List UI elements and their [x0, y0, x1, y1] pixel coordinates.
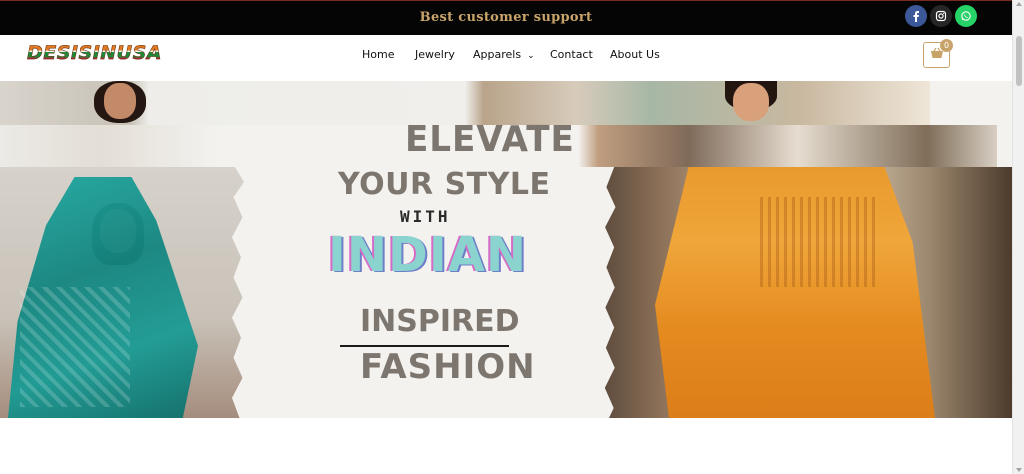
- hero-headline-inspired: INSPIRED: [360, 304, 520, 339]
- scroll-down-icon[interactable]: [1016, 468, 1022, 472]
- site-logo[interactable]: DESISINUSA: [27, 42, 162, 65]
- scroll-up-icon[interactable]: [1016, 2, 1022, 6]
- hero-headline-fashion: FASHION: [360, 347, 536, 387]
- nav-about-us[interactable]: About Us: [610, 48, 660, 61]
- cart-count-badge: 0: [940, 39, 953, 52]
- support-text: Best customer support: [419, 10, 593, 25]
- facebook-icon[interactable]: [905, 5, 927, 27]
- chevron-down-icon: ⌄: [527, 51, 535, 61]
- top-bar: Best customer support: [0, 0, 1012, 35]
- model-image: [104, 83, 136, 119]
- hero-headline-with: WITH: [400, 207, 451, 226]
- page-scrollbar[interactable]: [1012, 0, 1024, 474]
- page: Best customer support DESISINUSA Home Je…: [0, 0, 1024, 474]
- teal-dress-pattern: [20, 287, 130, 407]
- nav-apparels-label: Apparels: [473, 48, 522, 61]
- hero-headline-elevate: ELEVATE: [405, 119, 575, 160]
- hero-banner: ELEVATE YOUR STYLE WITH INDIAN INSPIRED …: [0, 81, 1012, 418]
- scroll-thumb[interactable]: [1016, 36, 1022, 86]
- site-header: DESISINUSA Home Jewelry Apparels ⌄ Contac…: [0, 35, 1012, 75]
- hero-headline-your-style: YOUR STYLE: [338, 167, 551, 202]
- instagram-icon[interactable]: [930, 5, 952, 27]
- whatsapp-icon[interactable]: [955, 5, 977, 27]
- model-image: [733, 83, 769, 121]
- nav-jewelry[interactable]: Jewelry: [415, 48, 455, 61]
- orange-dress-pattern: [760, 197, 880, 287]
- nav-apparels[interactable]: Apparels ⌄: [473, 48, 535, 61]
- hero-headline-indian: INDIAN: [328, 227, 528, 283]
- nav-home[interactable]: Home: [362, 48, 394, 61]
- nav-contact[interactable]: Contact: [550, 48, 593, 61]
